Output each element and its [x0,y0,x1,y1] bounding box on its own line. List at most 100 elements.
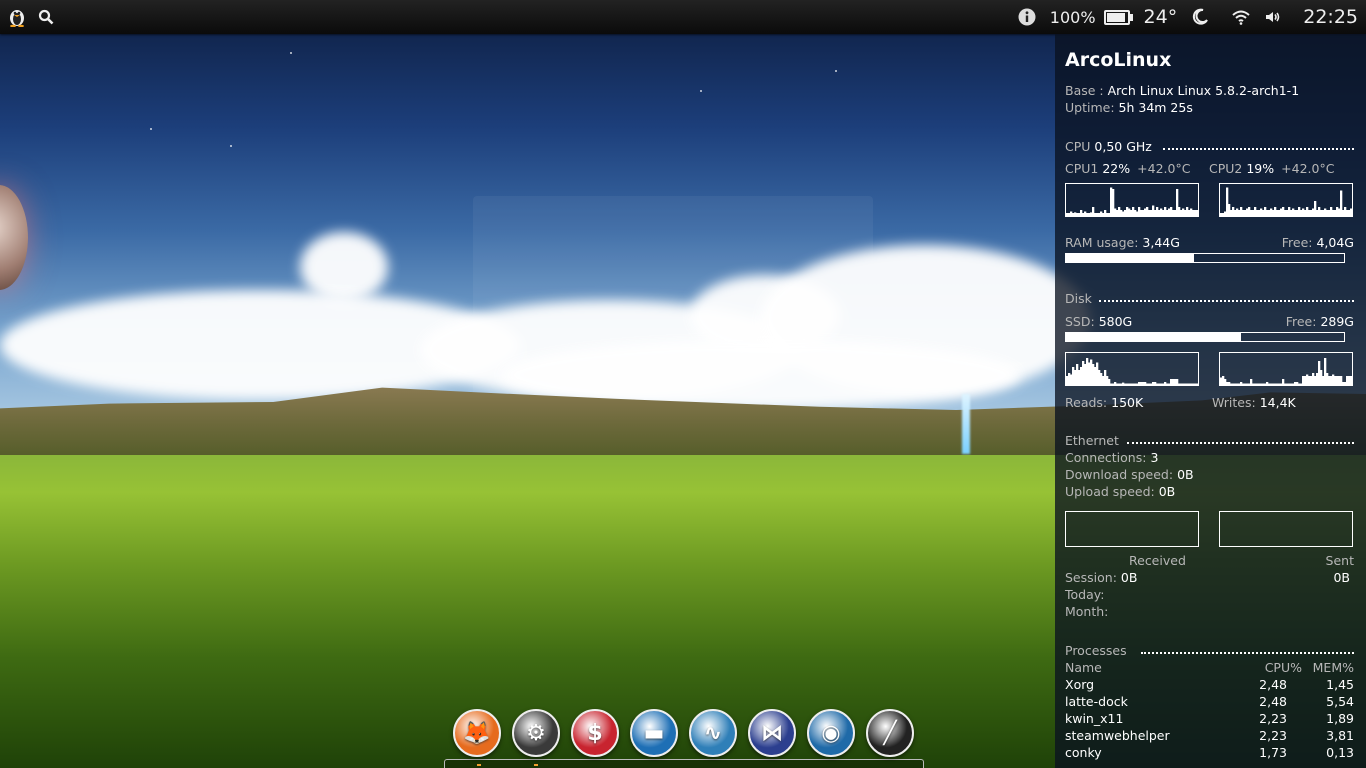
graph-bar [1148,383,1151,385]
graph-bar [1260,208,1263,216]
graph-bar [1274,207,1277,216]
graph-bar [1076,213,1079,216]
graph-bar [1274,383,1277,385]
clock-icon[interactable]: ╱ [866,709,914,757]
graph-bar [1140,210,1143,216]
graph-bar [1308,210,1311,216]
graph-bar [1262,383,1265,385]
graph-bar [1120,383,1123,385]
upload-value: 0B [1158,484,1176,499]
battery-level [1106,12,1125,22]
cpu1-label: CPU1 [1065,161,1099,176]
col-mem-header: MEM% [1312,660,1354,675]
graph-bar [1180,210,1183,216]
process-cpu: 2,23 [1259,711,1287,726]
graph-bar [1138,382,1141,385]
graph-bar [1172,379,1175,385]
waveform-icon[interactable]: ∿ [689,709,737,757]
reads-label: Reads: [1065,395,1108,410]
graph-bar [1250,379,1253,385]
graph-bar [1254,207,1257,216]
graph-bar [1076,364,1079,385]
graph-bar [1288,207,1291,216]
temperature[interactable]: 24° [1144,6,1178,28]
ssd-label: SSD: [1065,314,1095,329]
graph-bar [1126,383,1129,385]
tux-icon[interactable] [8,7,26,27]
reads-value: 150K [1111,395,1144,410]
briefcase-icon[interactable]: ▬ [630,709,678,757]
graph-bar [1332,210,1335,216]
weather-moon-icon[interactable] [1191,8,1209,26]
graph-bar [1152,205,1155,216]
graph-bar [1136,383,1139,385]
graph-bar [1164,382,1167,385]
connections-label: Connections: [1065,450,1147,465]
graph-bar [1304,210,1307,216]
eye-icon[interactable]: ◉ [807,709,855,757]
vscode-icon[interactable]: ⋈ [748,709,796,757]
graph-bar [1164,207,1167,216]
graph-bar [1302,376,1305,385]
system-monitor-glyph: ∿ [703,720,723,746]
graph-bar [1234,383,1237,385]
graph-bar [1122,382,1125,385]
graph-bar [1174,379,1177,385]
info-icon[interactable] [1018,8,1036,26]
graph-bar [1230,383,1233,385]
received-graph [1065,511,1199,547]
graph-bar [1162,383,1165,385]
graph-bar [1338,208,1341,216]
graph-bar [1224,211,1227,216]
graph-bar [1234,210,1237,216]
battery-icon[interactable] [1103,9,1133,25]
graph-bar [1194,210,1197,216]
graph-bar [1084,364,1087,385]
volume-icon[interactable] [1265,10,1281,24]
clock[interactable]: 22:25 [1303,6,1358,28]
graph-bar [1152,382,1155,385]
graph-bar [1298,207,1301,216]
firefox-icon[interactable]: 🦊 [453,709,501,757]
graph-bar [1088,213,1091,216]
graph-bar [1184,210,1187,216]
graph-bar [1220,213,1223,216]
graph-bar [1148,210,1151,216]
graph-bar [1300,383,1303,385]
graph-bar [1090,212,1093,216]
received-label: Received [1129,553,1186,568]
upload-row: Upload speed: 0B [1065,484,1354,499]
graph-bar [1284,210,1287,216]
graph-bar [1178,207,1181,216]
ram-usage-value: 3,44G [1142,235,1180,250]
dollar-books-icon[interactable]: $ [571,709,619,757]
graph-bar [1256,383,1259,385]
vscode-glyph: ⋈ [761,720,783,746]
graph-bar [1128,383,1131,385]
process-table-header: Name CPU% MEM% [1065,660,1354,677]
wallpaper-waterfall [962,394,970,454]
graph-bar [1294,210,1297,216]
process-mem: 3,81 [1326,728,1354,743]
graph-bar [1334,210,1337,216]
graph-bar [1342,382,1345,385]
graph-bar [1178,383,1181,385]
graph-bar [1348,210,1351,216]
graph-bar [1082,361,1085,385]
search-icon[interactable] [38,9,54,25]
connections-row: Connections: 3 [1065,450,1354,465]
graph-bar [1278,210,1281,216]
graph-bar [1268,210,1271,216]
wifi-icon[interactable] [1231,9,1251,25]
graph-bar [1236,383,1239,385]
section-divider [1141,652,1354,654]
graph-bar [1350,208,1352,216]
graph-bar [1098,213,1101,216]
graph-bar [1318,207,1321,216]
graph-bar [1326,210,1329,216]
steam-icon[interactable]: ⚙ [512,709,560,757]
graph-bar [1334,376,1337,385]
sent-graph [1219,511,1353,547]
graph-bar [1280,383,1283,385]
graph-bar [1104,370,1107,385]
